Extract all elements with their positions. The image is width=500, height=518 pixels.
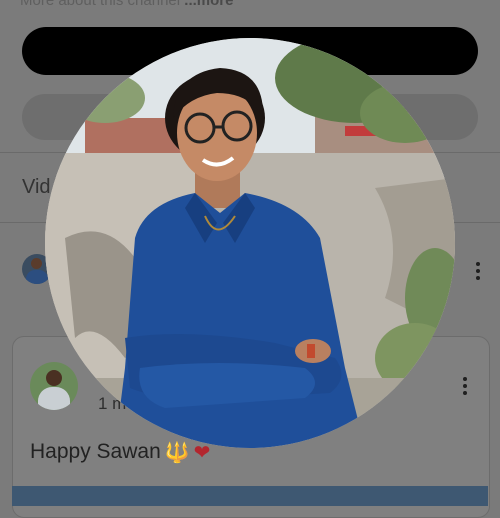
tab-videos[interactable]: Vid bbox=[22, 176, 51, 199]
post-text: Happy Sawan 🔱 ❤ bbox=[30, 440, 210, 465]
more-link[interactable]: ...more bbox=[184, 0, 233, 9]
profile-photo[interactable] bbox=[45, 38, 455, 448]
more-vert-icon[interactable] bbox=[462, 377, 468, 395]
profile-photo-illustration bbox=[45, 38, 455, 448]
post-image[interactable] bbox=[12, 486, 488, 506]
post-author-avatar[interactable] bbox=[30, 362, 78, 410]
more-about-text: More about this channel bbox=[20, 0, 181, 9]
trident-icon: 🔱 bbox=[164, 442, 190, 464]
post-caption: Happy Sawan bbox=[30, 440, 161, 464]
heart-icon: ❤ bbox=[193, 442, 211, 464]
more-vert-icon[interactable] bbox=[475, 262, 481, 280]
channel-description[interactable]: More about this channel ...more bbox=[20, 0, 233, 9]
